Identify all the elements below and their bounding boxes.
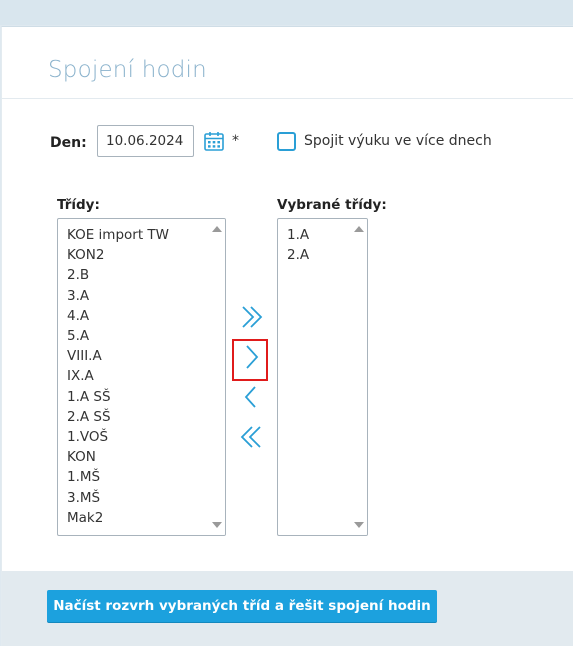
double-chevron-right-icon: [242, 306, 263, 328]
list-item[interactable]: 2.B: [67, 265, 169, 285]
date-input[interactable]: [97, 125, 194, 157]
list-item[interactable]: 1.MŠ: [67, 467, 169, 487]
list-item[interactable]: VIII.A: [67, 346, 169, 366]
selected-classes-label: Vybrané třídy:: [277, 197, 387, 213]
scroll-up-arrow-icon[interactable]: [212, 226, 222, 232]
multiday-label[interactable]: Spojit výuku ve více dnech: [304, 133, 492, 149]
scroll-down-arrow-icon[interactable]: [212, 522, 222, 528]
selected-scrollbar[interactable]: [350, 219, 367, 535]
list-item[interactable]: 1.A: [287, 225, 309, 245]
selected-classes-listbox[interactable]: 1.A 2.A: [277, 218, 368, 536]
list-item[interactable]: Mak2: [67, 508, 169, 528]
list-item[interactable]: IX.A: [67, 366, 169, 386]
remove-selected-button[interactable]: [236, 382, 266, 412]
double-chevron-left-icon: [240, 426, 261, 448]
list-item[interactable]: 2.A SŠ: [67, 407, 169, 427]
add-all-button[interactable]: [238, 302, 268, 332]
selected-classes-list: 1.A 2.A: [287, 225, 309, 265]
classes-label: Třídy:: [57, 197, 100, 213]
list-item[interactable]: 3.A: [67, 286, 169, 306]
highlight-annotation: [232, 339, 268, 381]
list-item[interactable]: KON: [67, 447, 169, 467]
page-title: Spojení hodin: [48, 57, 207, 83]
chevron-left-icon: [244, 386, 256, 408]
list-item[interactable]: 5.A: [67, 326, 169, 346]
multiday-checkbox[interactable]: [277, 132, 296, 151]
date-label: Den:: [50, 135, 87, 151]
classes-listbox[interactable]: KOE import TW KON2 2.B 3.A 4.A 5.A VIII.A IX.A 1…: [57, 218, 226, 536]
load-timetable-button[interactable]: Načíst rozvrh vybraných tříd a řešit spo…: [47, 590, 437, 622]
scroll-down-arrow-icon[interactable]: [354, 522, 364, 528]
list-item[interactable]: KOE import TW: [67, 225, 169, 245]
list-item[interactable]: 1.VOŠ: [67, 427, 169, 447]
remove-all-button[interactable]: [237, 422, 267, 452]
classes-list: KOE import TW KON2 2.B 3.A 4.A 5.A VIII.A IX.A 1…: [67, 225, 169, 528]
calendar-icon[interactable]: [204, 131, 224, 151]
list-item[interactable]: 3.MŠ: [67, 488, 169, 508]
list-item[interactable]: 2.A: [287, 245, 309, 265]
join-lessons-panel: Spojení hodin Den: * Spojit výuku ve víc…: [1, 26, 573, 646]
list-item[interactable]: 1.A SŠ: [67, 387, 169, 407]
title-divider: [2, 98, 573, 99]
window-top-strip: [0, 0, 573, 25]
classes-scrollbar[interactable]: [208, 219, 225, 535]
list-item[interactable]: KON2: [67, 245, 169, 265]
list-item[interactable]: 4.A: [67, 306, 169, 326]
required-mark: *: [232, 133, 239, 149]
scroll-up-arrow-icon[interactable]: [354, 226, 364, 232]
